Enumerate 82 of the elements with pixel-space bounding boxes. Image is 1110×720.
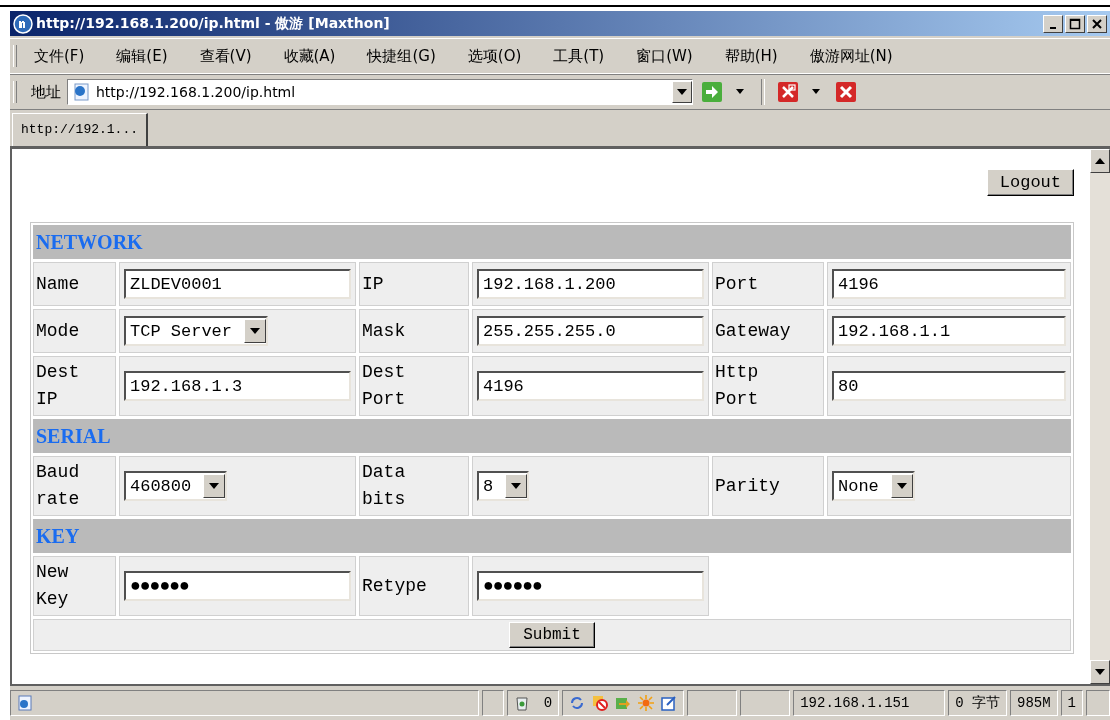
menu-item[interactable]: 收藏(A) <box>274 46 346 66</box>
password-field[interactable]: ●●●●●● <box>477 571 704 601</box>
menu-item[interactable]: 选项(O) <box>458 46 532 66</box>
input-field[interactable]: 192.168.1.200 <box>477 269 704 299</box>
status-memory: 985M <box>1017 695 1051 711</box>
input-field[interactable]: 80 <box>832 371 1066 401</box>
password-field[interactable]: ●●●●●● <box>124 571 351 601</box>
minimize-icon <box>1050 26 1056 29</box>
field-label: Retype <box>362 574 427 598</box>
input-field[interactable]: 255.255.255.0 <box>477 316 704 346</box>
scroll-down-icon[interactable] <box>1095 669 1105 675</box>
menu-item[interactable]: 工具(T) <box>544 46 615 66</box>
section-title: SERIAL <box>36 424 111 448</box>
caret-icon[interactable] <box>735 89 745 95</box>
menu-item[interactable]: 快捷组(G) <box>358 46 446 66</box>
menu-item[interactable]: 编辑(E) <box>107 46 178 66</box>
field-label: Mask <box>362 319 406 343</box>
field-label: Http Port <box>715 361 759 411</box>
section-title: NETWORK <box>36 230 143 254</box>
field-label: Parity <box>715 474 780 498</box>
caret-icon <box>677 89 687 95</box>
status-panel <box>481 690 504 716</box>
close-tab-icon[interactable] <box>777 81 799 103</box>
refresh-icon[interactable] <box>569 695 586 711</box>
caret-icon <box>250 328 261 334</box>
field-label: Baud rate <box>36 461 80 511</box>
logout-button[interactable]: Logout <box>986 169 1074 196</box>
menu-item[interactable]: 窗口(W) <box>627 46 703 66</box>
close-button[interactable] <box>1087 14 1107 33</box>
menu-item[interactable]: 查看(V) <box>190 46 262 66</box>
field-label: Dest Port <box>362 361 406 411</box>
block-icon[interactable] <box>592 695 609 711</box>
status-counter: 0 <box>543 695 553 711</box>
field-label: Port <box>715 272 759 296</box>
caret-icon <box>511 483 522 489</box>
caret-icon <box>896 483 907 489</box>
select-dropdown[interactable]: 460800 <box>124 471 228 501</box>
edit-icon[interactable] <box>661 695 678 711</box>
field-label: Gateway <box>715 319 791 343</box>
field-label: Name <box>36 272 80 296</box>
minimize-button[interactable] <box>1043 14 1063 33</box>
input-field[interactable]: 192.168.1.1 <box>832 316 1066 346</box>
input-field[interactable]: 4196 <box>832 269 1066 299</box>
select-dropdown[interactable]: None <box>832 471 915 501</box>
dropdown-button[interactable] <box>672 81 692 103</box>
field-label: IP <box>362 272 384 296</box>
caret-icon <box>209 483 220 489</box>
menu-item[interactable]: 文件(F) <box>25 46 95 66</box>
close-icon[interactable] <box>835 81 857 103</box>
maximize-button[interactable] <box>1065 14 1085 33</box>
input-field[interactable]: 4196 <box>477 371 704 401</box>
maximize-icon <box>1069 17 1081 30</box>
status-ip: 192.168.1.151 <box>800 695 910 711</box>
caret-icon[interactable] <box>811 89 821 95</box>
field-label: Dest IP <box>36 361 80 411</box>
field-label: Data bits <box>362 461 406 511</box>
scroll-up-icon[interactable] <box>1095 158 1105 164</box>
page-icon <box>17 695 33 711</box>
window-title: http://192.168.1.200/ip.html - 傲游 [Maxthon] <box>36 14 390 33</box>
field-label: New Key <box>36 561 69 611</box>
status-count: 1 <box>1067 695 1076 711</box>
page-icon <box>72 83 90 101</box>
status-panel <box>687 690 738 716</box>
input-field[interactable]: 192.168.1.3 <box>124 371 351 401</box>
status-panel <box>740 690 791 716</box>
select-dropdown[interactable]: 8 <box>477 471 530 501</box>
recycle-bin-icon <box>513 695 530 711</box>
field-label: Mode <box>36 319 80 343</box>
select-dropdown[interactable]: TCP Server <box>124 316 269 346</box>
close-icon <box>1091 17 1103 30</box>
address-label: 地址 <box>31 82 61 102</box>
menu-item[interactable]: 帮助(H) <box>715 46 788 66</box>
input-field[interactable]: ZLDEV0001 <box>124 269 351 299</box>
browser-logo-icon <box>13 13 33 34</box>
menu-item[interactable]: 傲游网址(N) <box>800 46 903 66</box>
browser-tab[interactable]: http://192.1... <box>12 113 149 146</box>
section-title: KEY <box>36 524 80 548</box>
address-field[interactable]: http://192.168.1.200/ip.html <box>67 79 693 105</box>
scrollbar[interactable] <box>1090 149 1110 684</box>
status-bytes: 0 字节 <box>955 694 1000 712</box>
submit-button[interactable]: Submit <box>509 622 595 648</box>
status-panel <box>1086 690 1110 716</box>
